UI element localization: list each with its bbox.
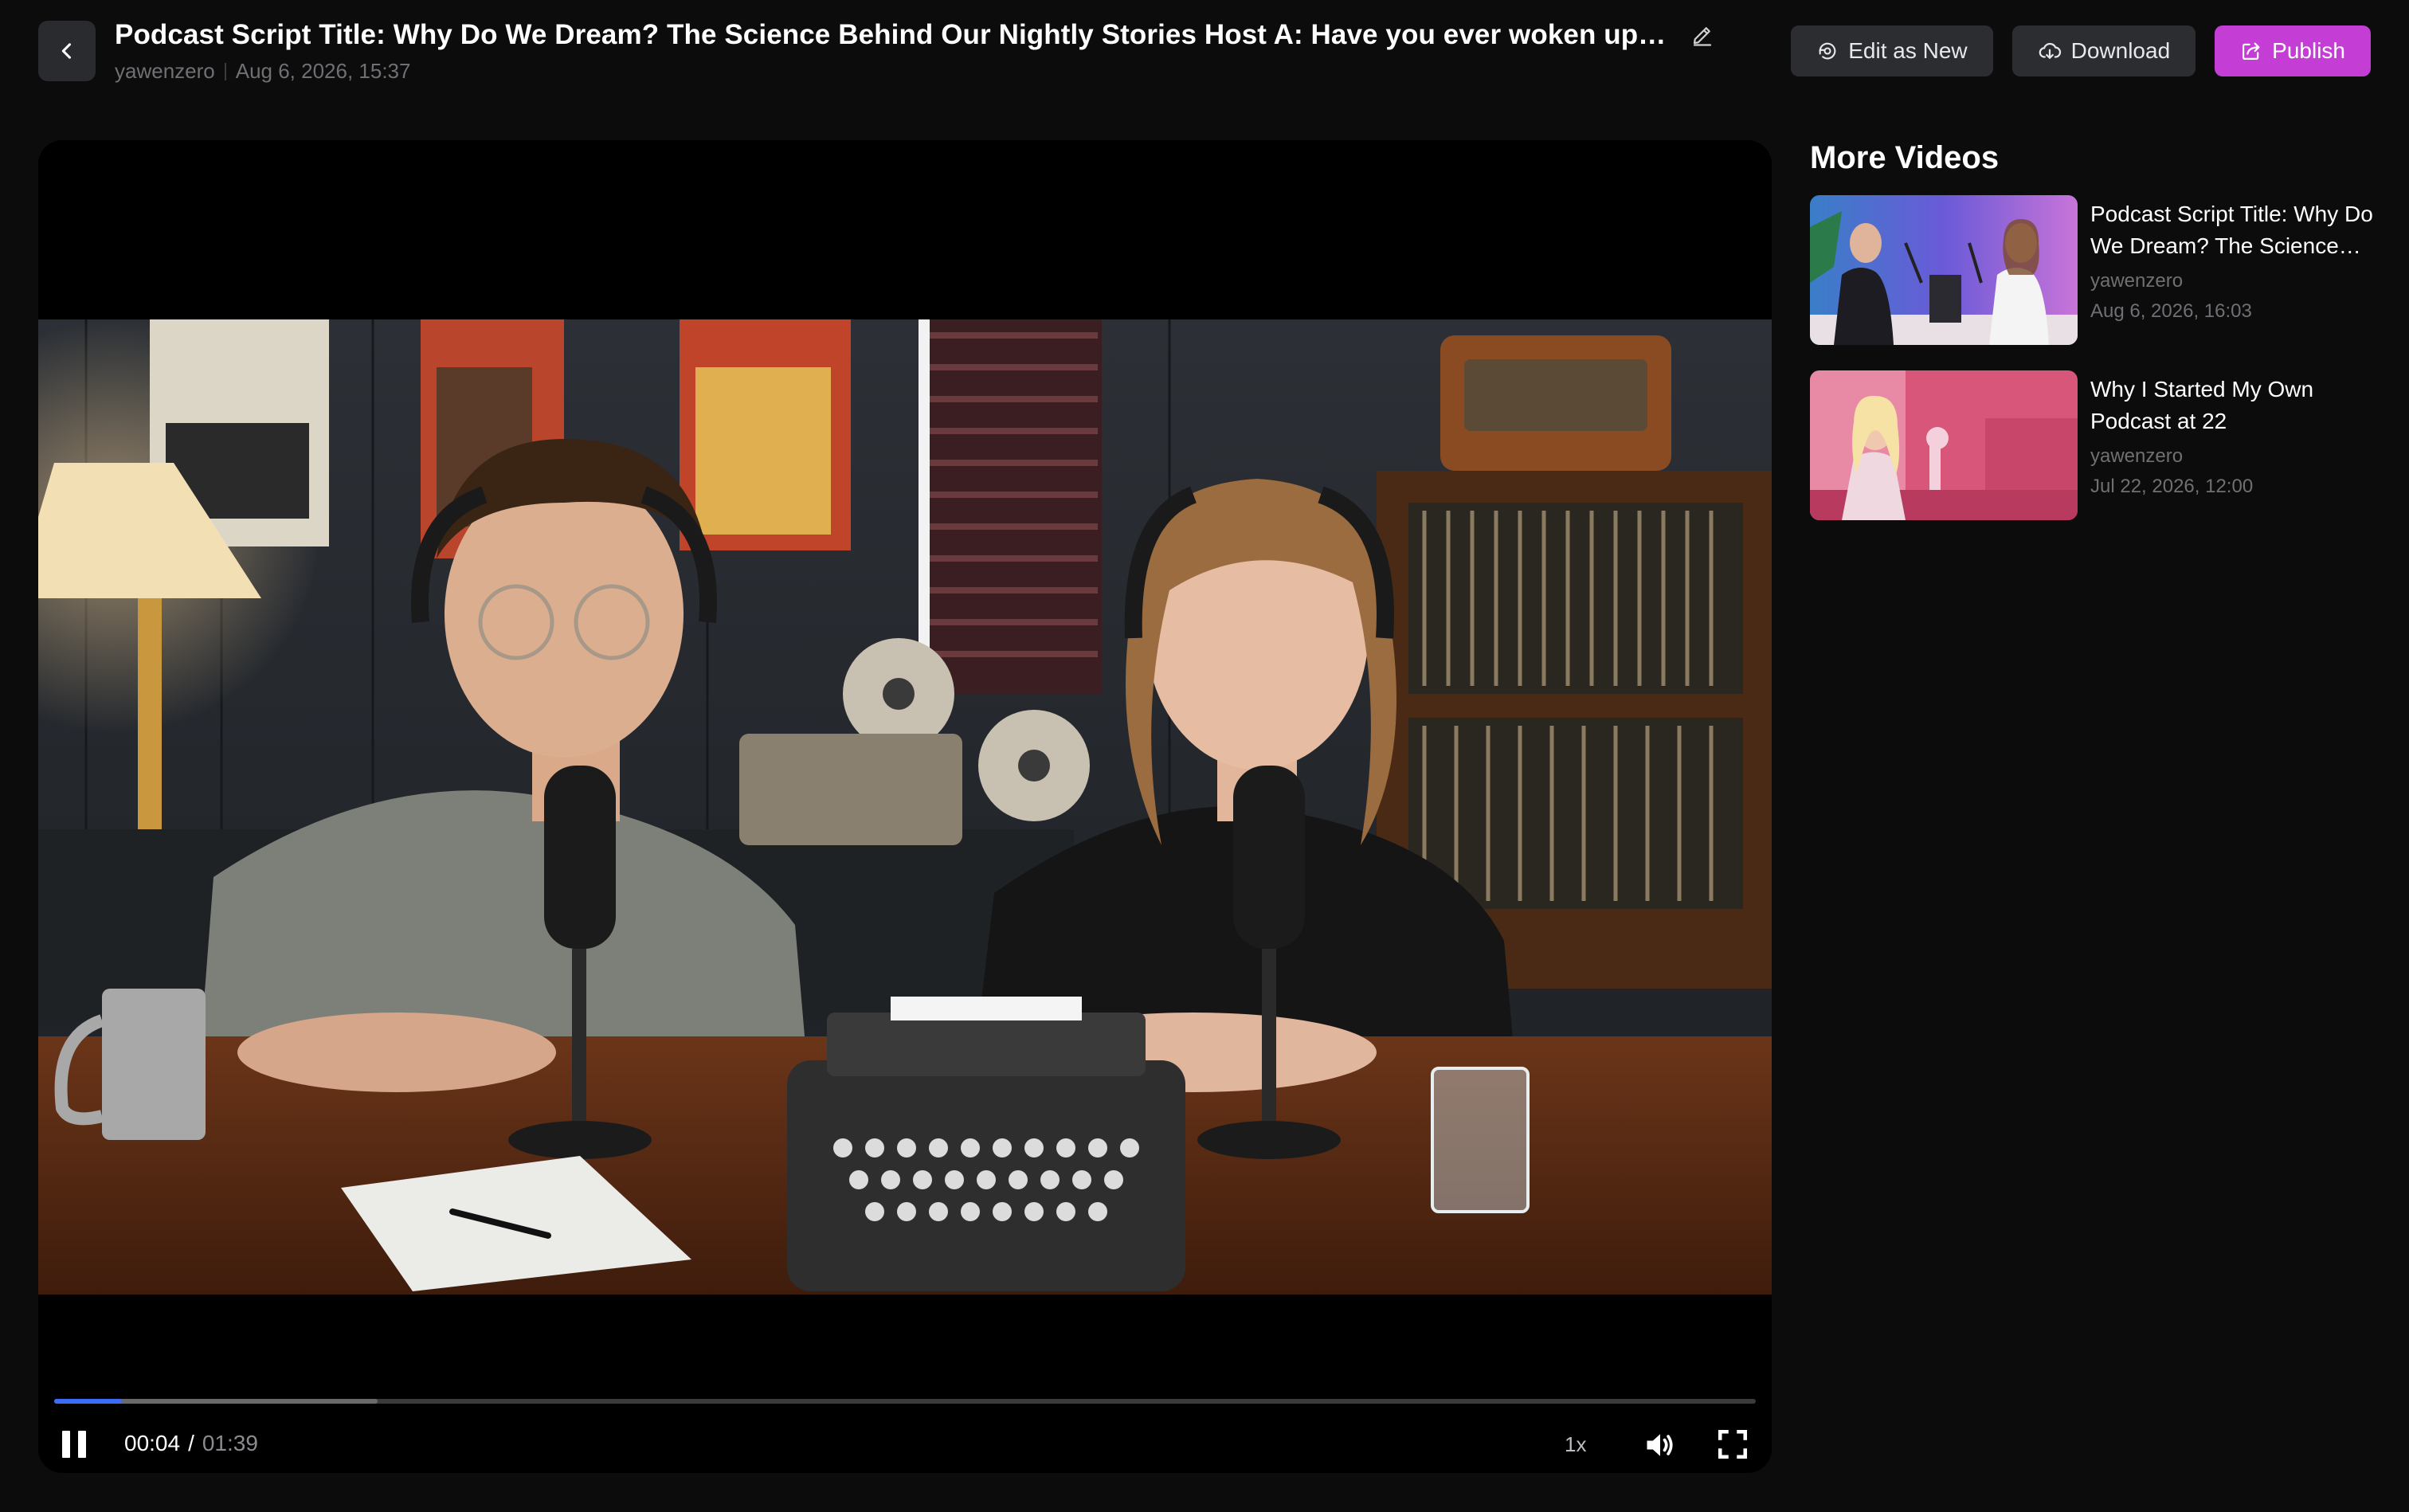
volume-button[interactable] [1643, 1428, 1678, 1467]
edit-title-button[interactable] [1690, 23, 1714, 47]
podcast-studio-scene-image [38, 319, 1772, 1295]
video-card[interactable]: Why I Started My Own Podcast at 22 yawen… [1810, 370, 2384, 520]
video-author: yawenzero [115, 59, 215, 83]
video-card-author: yawenzero [2090, 270, 2184, 292]
video-card-title[interactable]: Podcast Script Title: Why Do We Dream? T… [2090, 198, 2384, 262]
edit-as-new-button[interactable]: Edit as New [1791, 25, 1993, 76]
download-button[interactable]: Download [2011, 25, 2196, 76]
pause-button[interactable] [59, 1429, 89, 1463]
chevron-left-icon [61, 43, 72, 59]
fullscreen-icon [1718, 1429, 1748, 1459]
time-separator: / [188, 1431, 194, 1455]
video-header: Podcast Script Title: Why Do We Dream? T… [115, 19, 1732, 84]
current-time: 00:04 [124, 1431, 181, 1455]
volume-icon [1647, 1434, 1673, 1456]
edit-as-new-icon [1819, 42, 1836, 60]
header-actions: Edit as New Download Publish [1791, 25, 2371, 76]
video-card-title[interactable]: Why I Started My Own Podcast at 22 [2090, 374, 2384, 437]
time-display: 00:04 / 01:39 [124, 1431, 258, 1456]
playback-speed-button[interactable]: 1x [1565, 1432, 1586, 1457]
video-timestamp: Aug 6, 2026, 15:37 [235, 59, 411, 83]
video-card-date: Aug 6, 2026, 16:03 [2090, 300, 2252, 322]
pencil-icon [1693, 27, 1712, 46]
video-card-date: Jul 22, 2026, 12:00 [2090, 476, 2254, 497]
progress-bar[interactable] [54, 1399, 1756, 1404]
publish-button[interactable]: Publish [2215, 25, 2371, 76]
video-thumbnail[interactable] [1810, 370, 2078, 520]
video-player[interactable]: 00:04 / 01:39 1x [38, 140, 1772, 1473]
more-videos-heading: More Videos [1810, 140, 2000, 175]
download-label: Download [2070, 38, 2171, 63]
video-thumbnail[interactable] [1810, 195, 2078, 345]
fullscreen-button[interactable] [1716, 1428, 1749, 1465]
player-controls: 00:04 / 01:39 1x [38, 1424, 1772, 1464]
pause-icon [62, 1431, 86, 1458]
video-title: Podcast Script Title: Why Do We Dream? T… [115, 19, 1668, 50]
cloud-download-icon [2039, 42, 2061, 59]
duration: 01:39 [202, 1431, 258, 1455]
share-icon [2243, 42, 2260, 61]
meta-divider [224, 62, 226, 80]
video-frame[interactable] [38, 319, 1772, 1295]
more-videos-sidebar: More Videos Podcast Script Title: Why Do… [1810, 140, 2384, 546]
video-card-author: yawenzero [2090, 445, 2184, 467]
podcast-studio-thumbnail-image [1810, 195, 2078, 345]
video-card[interactable]: Podcast Script Title: Why Do We Dream? T… [1810, 195, 2384, 345]
back-button[interactable] [38, 21, 96, 81]
progress-played [54, 1399, 123, 1404]
edit-as-new-label: Edit as New [1848, 38, 1968, 63]
pink-podcast-thumbnail-image [1810, 370, 2078, 520]
publish-label: Publish [2272, 38, 2345, 63]
